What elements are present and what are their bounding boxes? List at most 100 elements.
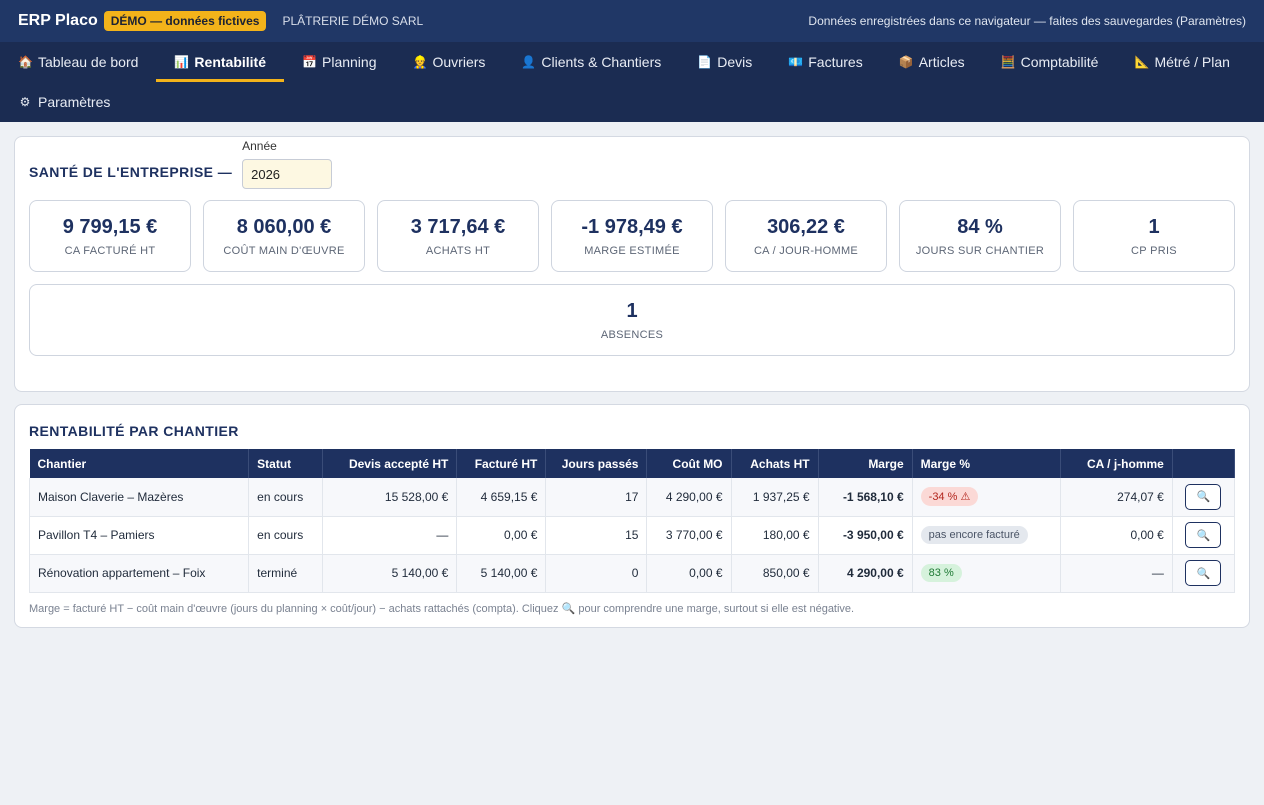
kpi-value: 1 <box>626 299 638 322</box>
nav-row-secondary: ⚙ Paramètres <box>16 82 1264 122</box>
action-cell: 🔍 <box>1172 516 1236 555</box>
column-header-facture-ht: Facturé HT <box>456 449 547 478</box>
nav-tab-label: Clients & Chantiers <box>541 54 662 70</box>
kpi-value: 3 717,64 € <box>410 215 506 238</box>
profit-by-site-panel: RENTABILITÉ PAR CHANTIER Chantier Statut D… <box>14 404 1250 628</box>
margin-footnote: Marge = facturé HT − coût main d'œuvre (… <box>29 602 855 615</box>
quote-amount-cell: 5 140,00 € <box>322 554 458 593</box>
nav-tab-label: Ouvriers <box>432 54 486 70</box>
margin-badge: -34 % ⚠ <box>920 487 979 507</box>
nav-articles-icon: 📦 <box>898 55 914 69</box>
margin-percent-cell: -34 % ⚠ <box>912 478 1061 517</box>
kpi-card-cout-main-d-uvre: 8 060,00 € COÛT MAIN D'ŒUVRE <box>203 200 365 272</box>
kpi-card-absences: 1 ABSENCES <box>29 284 1235 356</box>
kpi-card-cp-pris: 1 CP PRIS <box>1073 200 1235 272</box>
days-spent-cell: 17 <box>545 478 648 517</box>
column-header-jours-passes: Jours passés <box>545 449 648 478</box>
nav-tab-label: Tableau de bord <box>38 54 139 70</box>
kpi-label: CA FACTURÉ HT <box>64 244 156 257</box>
nav-tab-tableau-de-bord[interactable]: 🏠 Tableau de bord <box>16 42 156 82</box>
column-header-chantier: Chantier <box>29 449 250 478</box>
kpi-value: 306,22 € <box>767 215 845 238</box>
storage-note: Données enregistrées dans ce navigateur … <box>808 14 1246 28</box>
nav-clients-chantiers-icon: 👤 <box>521 55 537 69</box>
kpi-label: ABSENCES <box>600 328 664 341</box>
column-header-cout-mo: Coût MO <box>646 449 732 478</box>
nav-ouvriers-icon: 👷 <box>412 55 428 69</box>
nav-tab-label: Factures <box>808 54 863 70</box>
labor-cost-cell: 0,00 € <box>646 554 732 593</box>
nav-tab-devis[interactable]: 📄 Devis <box>679 42 770 82</box>
site-name-cell: Maison Claverie – Mazères <box>28 478 250 517</box>
nav-tab-rentabilite[interactable]: 📊 Rentabilité <box>156 42 284 82</box>
profit-table: Chantier Statut Devis accepté HT Facturé HT… <box>28 449 1236 593</box>
kpi-label: COÛT MAIN D'ŒUVRE <box>223 244 345 257</box>
kpi-label: ACHATS HT <box>425 244 491 257</box>
column-header-actions <box>1172 449 1236 478</box>
nav-tab-label: Planning <box>322 54 377 70</box>
revenue-per-day-cell: 274,07 € <box>1060 478 1173 517</box>
purchases-cell: 180,00 € <box>731 516 819 555</box>
column-header-marge: Marge <box>818 449 913 478</box>
nav-tab-label: Métré / Plan <box>1154 54 1230 70</box>
nav-tab-clients-chantiers[interactable]: 👤 Clients & Chantiers <box>503 42 679 82</box>
nav-tab-label: Rentabilité <box>194 54 266 70</box>
kpi-label: CP PRIS <box>1131 244 1177 257</box>
explain-margin-button[interactable]: 🔍 <box>1185 483 1222 510</box>
year-label: Année <box>242 139 277 153</box>
app-brand: ERP Placo <box>18 12 98 29</box>
explain-margin-button[interactable]: 🔍 <box>1185 560 1222 586</box>
nav-tab-factures[interactable]: 💶 Factures <box>770 42 880 82</box>
nav-tab-metre-plan[interactable]: 📐 Métré / Plan <box>1116 42 1247 82</box>
margin-cell: -1 568,10 € <box>818 478 913 517</box>
health-title: SANTÉ DE L'ENTREPRISE — <box>29 164 233 180</box>
kpi-card-jours-sur-chantier: 84 % JOURS SUR CHANTIER <box>899 200 1061 272</box>
profit-title: RENTABILITÉ PAR CHANTIER <box>29 423 239 439</box>
nav-tab-articles[interactable]: 📦 Articles <box>881 42 983 82</box>
nav-tab-label: Paramètres <box>38 94 111 110</box>
kpi-label: CA / JOUR-HOMME <box>753 244 859 257</box>
year-selector: Année <box>242 139 333 189</box>
nav-tab-comptabilite[interactable]: 🧮 Comptabilité <box>983 42 1117 82</box>
nav-tab-parametres[interactable]: ⚙ Paramètres <box>16 82 128 122</box>
kpi-label: MARGE ESTIMÉE <box>584 244 680 257</box>
site-name-cell: Rénovation appartement – Foix <box>28 554 250 593</box>
days-spent-cell: 0 <box>545 554 648 593</box>
invoiced-amount-cell: 0,00 € <box>456 516 547 555</box>
margin-badge: 83 % <box>920 564 962 582</box>
kpi-value: 1 <box>1148 215 1160 238</box>
margin-badge: pas encore facturé <box>920 526 1028 544</box>
table-row: Pavillon T4 – Pamiers en cours —0,00 €15 3 … <box>28 516 1236 555</box>
kpi-card-ca-jour-homme: 306,22 € CA / JOUR-HOMME <box>725 200 887 272</box>
column-header-achats-ht: Achats HT <box>731 449 819 478</box>
magnifier-icon: 🔍 <box>1196 529 1211 542</box>
margin-cell: -3 950,00 € <box>818 516 913 555</box>
kpi-card-achats-ht: 3 717,64 € ACHATS HT <box>377 200 539 272</box>
kpi-row: 9 799,15 € CA FACTURÉ HT 8 060,00 € COÛT MA… <box>29 200 1235 272</box>
margin-percent-cell: 83 % <box>912 554 1061 593</box>
quote-amount-cell: — <box>322 516 458 555</box>
nav-tab-planning[interactable]: 📅 Planning <box>284 42 395 82</box>
year-input[interactable] <box>242 159 333 189</box>
nav-metre-plan-icon: 📐 <box>1134 55 1150 69</box>
nav-planning-icon: 📅 <box>302 55 317 69</box>
health-header: SANTÉ DE L'ENTREPRISE — Année <box>29 137 1235 200</box>
nav-tab-label: Devis <box>717 54 753 70</box>
demo-badge: DÉMO — données fictives <box>103 11 267 31</box>
main-nav: 🏠 Tableau de bord 📊 Rentabilité 📅 Planning 👷 Ou… <box>0 42 1264 122</box>
nav-tableau-de-bord-icon: 🏠 <box>18 55 33 69</box>
labor-cost-cell: 3 770,00 € <box>646 516 732 555</box>
column-header-marge: Marge % <box>912 449 1061 478</box>
status-cell: terminé <box>248 554 324 593</box>
nav-devis-icon: 📄 <box>697 55 713 69</box>
margin-cell: 4 290,00 € <box>818 554 913 593</box>
kpi-value: -1 978,49 € <box>581 215 683 238</box>
margin-percent-cell: pas encore facturé <box>912 516 1061 555</box>
nav-tab-ouvriers[interactable]: 👷 Ouvriers <box>395 42 504 82</box>
magnifier-icon: 🔍 <box>1196 491 1211 504</box>
nav-factures-icon: 💶 <box>788 55 804 69</box>
action-cell: 🔍 <box>1172 478 1236 517</box>
table-row: Rénovation appartement – Foix terminé 5 14… <box>28 554 1236 593</box>
nav-parametres-icon: ⚙ <box>19 95 31 109</box>
explain-margin-button[interactable]: 🔍 <box>1185 522 1222 548</box>
